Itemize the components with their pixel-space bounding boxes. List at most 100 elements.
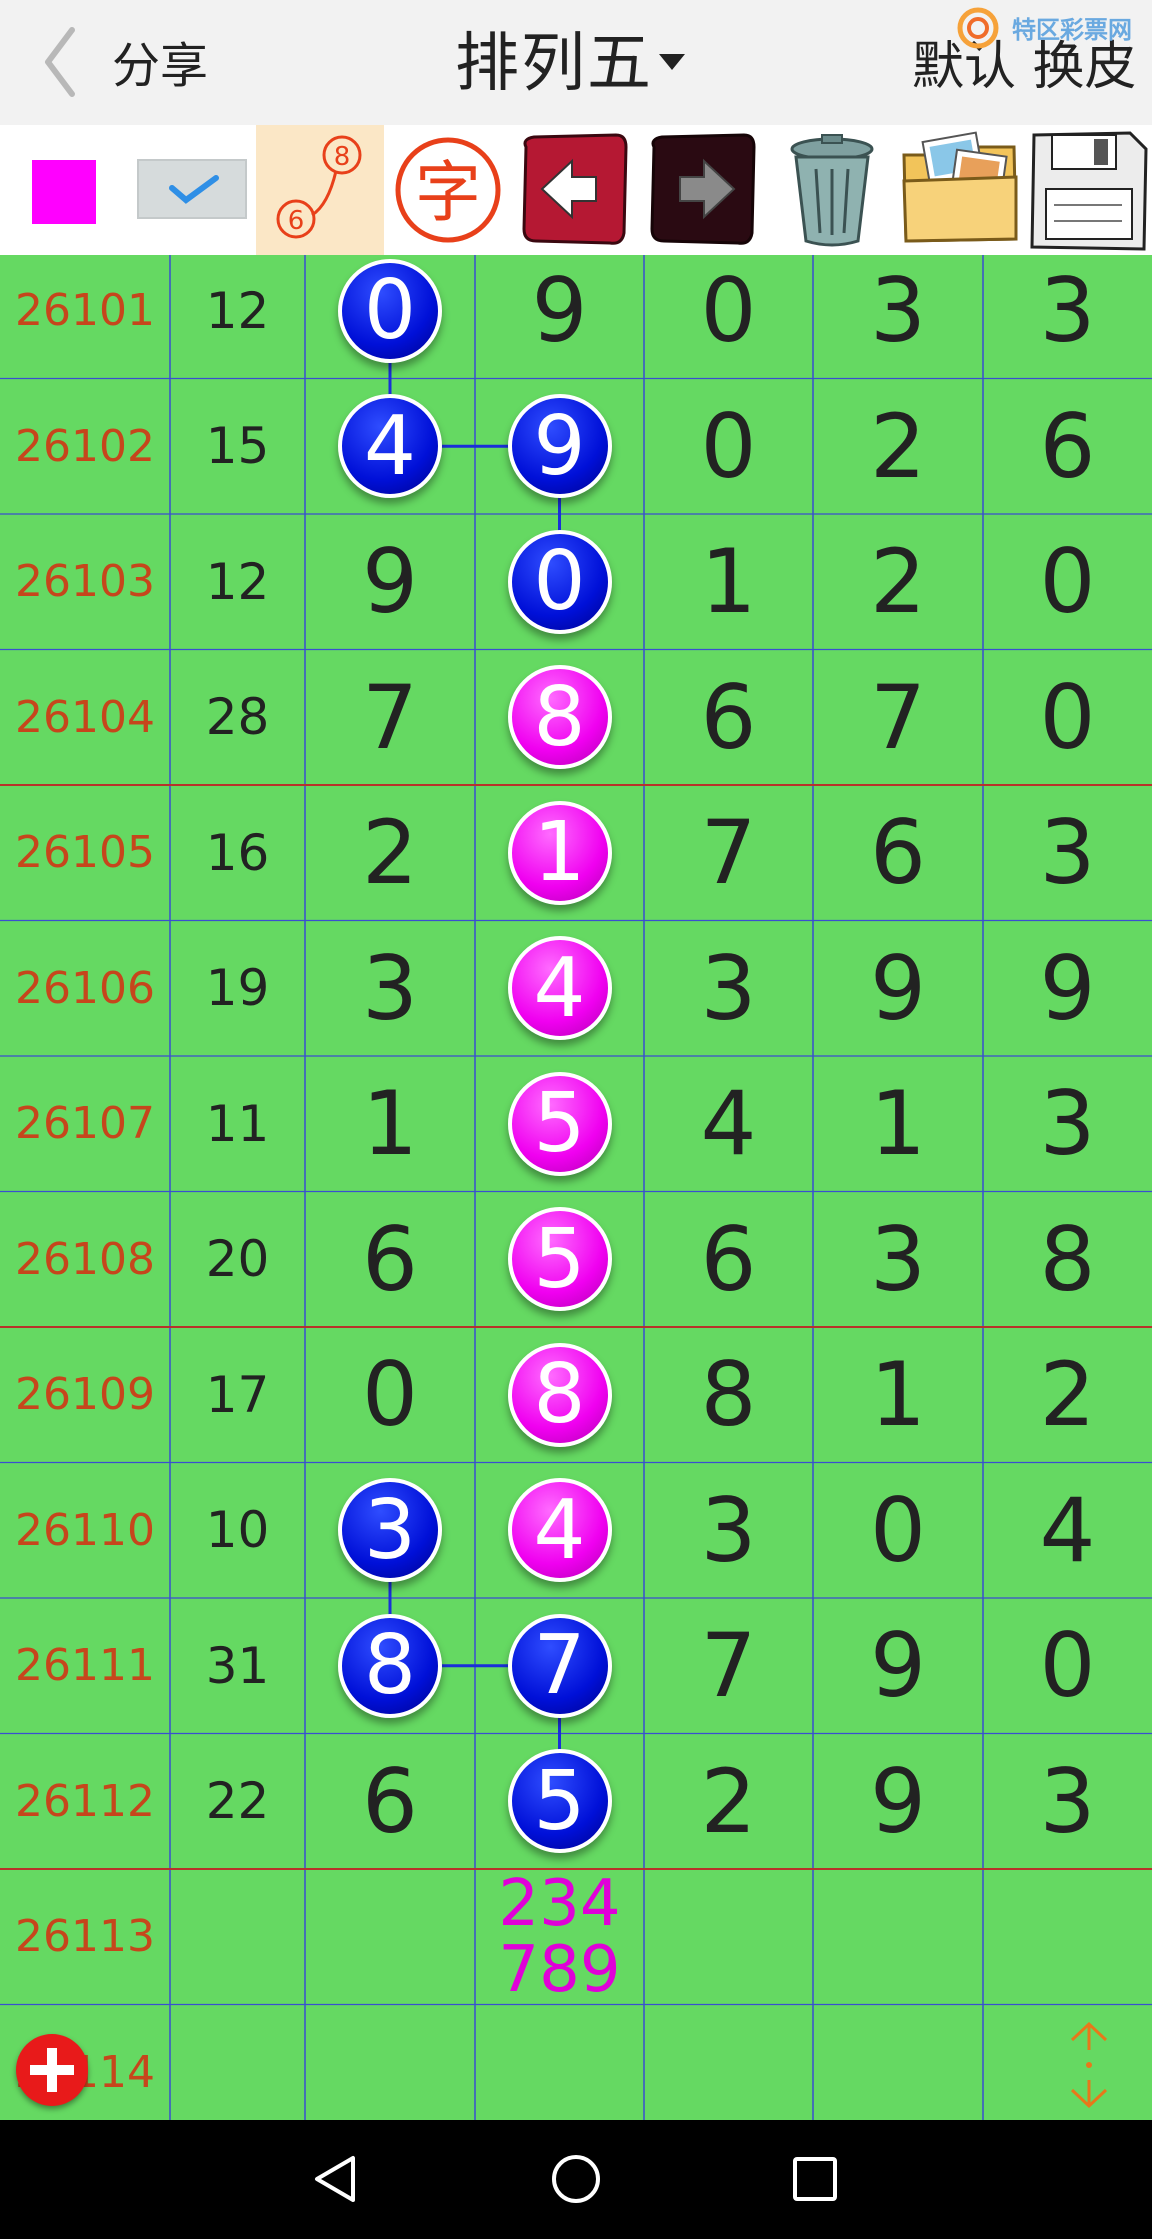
digit-cell[interactable] — [644, 1869, 813, 2005]
digit-cell[interactable]: 6 — [305, 1192, 475, 1328]
digit-cell[interactable]: 3 — [644, 921, 813, 1057]
digit-cell[interactable]: 3 — [983, 255, 1152, 379]
link-numbers-icon: 8 6 — [276, 135, 362, 239]
digit-cell[interactable]: 7 — [644, 785, 813, 921]
sum-value: 28 — [205, 688, 270, 747]
scroll-handle-icon[interactable] — [1064, 2020, 1114, 2110]
folder-button[interactable] — [896, 125, 1024, 255]
sum-value: 20 — [205, 1230, 270, 1289]
digit-cell[interactable]: 3 — [305, 921, 475, 1057]
highlighted-digit-ball[interactable]: 9 — [507, 394, 612, 499]
system-nav-bar — [0, 2120, 1152, 2239]
digit-cell[interactable]: 9 — [305, 514, 475, 650]
digit-cell[interactable]: 0 — [813, 1463, 983, 1599]
issue-number: 26102 — [15, 420, 155, 472]
digit-cell[interactable]: 3 — [813, 255, 983, 379]
issue-number: 26113 — [15, 1911, 155, 1963]
digit-cell[interactable]: 1 — [644, 514, 813, 650]
highlighted-digit-ball[interactable]: 8 — [507, 665, 612, 770]
lottery-type-selector[interactable]: 排列五 — [455, 12, 685, 104]
digit-cell[interactable]: 2 — [983, 1327, 1152, 1463]
home-circle-icon[interactable] — [516, 2120, 636, 2239]
digit-cell[interactable]: 1 — [813, 1327, 983, 1463]
digit-cell[interactable]: 7 — [813, 650, 983, 786]
highlighted-digit-ball[interactable]: 5 — [507, 1207, 612, 1312]
digit-cell[interactable]: 9 — [475, 255, 644, 379]
digit-cell[interactable]: 3 — [983, 785, 1152, 921]
watermark-logo: 特区彩票网 — [948, 6, 1148, 50]
digit-cell[interactable]: 3 — [813, 1192, 983, 1328]
digit-cell[interactable]: 9 — [813, 1734, 983, 1870]
trend-chart-grid[interactable]: 26101 12 0 9 0 3 3 26102 15 4 9 0 2 6 26103 12 9 0 1 2 0 2610… — [0, 255, 1152, 2120]
digit-cell[interactable]: 9 — [813, 1598, 983, 1734]
back-chevron-icon[interactable] — [40, 22, 80, 102]
digit-cell[interactable]: 6 — [644, 1192, 813, 1328]
digit-cell[interactable]: 7 — [305, 650, 475, 786]
highlighted-digit-ball[interactable]: 4 — [338, 394, 442, 499]
digit-cell[interactable] — [305, 1869, 475, 2005]
digit-cell[interactable] — [983, 1869, 1152, 2005]
highlighted-digit-ball[interactable]: 4 — [507, 1478, 612, 1583]
digit-cell[interactable]: 6 — [813, 785, 983, 921]
issue-number: 26110 — [15, 1504, 155, 1556]
dropdown-caret-icon — [659, 54, 685, 71]
link-mode-button[interactable]: 8 6 — [256, 125, 384, 255]
digit-cell[interactable]: 1 — [305, 1056, 475, 1192]
digit-cell[interactable]: 3 — [983, 1056, 1152, 1192]
redo-button[interactable] — [640, 125, 768, 255]
digit-cell[interactable]: 9 — [983, 921, 1152, 1057]
sum-value: 11 — [205, 1094, 270, 1153]
digit-cell[interactable]: 8 — [644, 1327, 813, 1463]
share-button[interactable]: 分享 — [112, 26, 208, 96]
add-button[interactable] — [16, 2034, 88, 2106]
highlighted-digit-ball[interactable]: 3 — [338, 1478, 442, 1583]
digit-cell[interactable]: 2 — [305, 785, 475, 921]
char-mode-button[interactable]: 字 — [384, 125, 512, 255]
digit-cell[interactable] — [475, 2005, 644, 2121]
digit-cell[interactable]: 6 — [305, 1734, 475, 1870]
highlighted-digit-ball[interactable]: 8 — [338, 1613, 442, 1718]
color-swatch-button[interactable] — [0, 125, 128, 255]
save-button[interactable] — [1024, 125, 1152, 255]
digit-cell[interactable]: 9 — [813, 921, 983, 1057]
digit-cell[interactable]: 0 — [983, 650, 1152, 786]
recents-square-icon[interactable] — [755, 2120, 875, 2239]
highlighted-digit-ball[interactable]: 0 — [507, 529, 612, 634]
highlighted-digit-ball[interactable]: 8 — [507, 1342, 612, 1447]
digit-cell[interactable]: 0 — [644, 255, 813, 379]
undo-button[interactable] — [512, 125, 640, 255]
digit-cell[interactable]: 4 — [644, 1056, 813, 1192]
digit-cell[interactable]: 0 — [644, 379, 813, 515]
trash-button[interactable] — [768, 125, 896, 255]
digit-cell[interactable] — [813, 1869, 983, 2005]
digit-cell[interactable]: 7 — [644, 1598, 813, 1734]
digit-cell[interactable]: 2 — [644, 1734, 813, 1870]
highlighted-digit-ball[interactable]: 0 — [338, 258, 442, 363]
digit-cell[interactable] — [305, 2005, 475, 2121]
digit-cell[interactable]: 0 — [983, 1598, 1152, 1734]
issue-number: 26103 — [15, 556, 155, 608]
digit-cell[interactable]: 1 — [813, 1056, 983, 1192]
digit-cell[interactable]: 8 — [983, 1192, 1152, 1328]
digit-cell[interactable]: 2 — [813, 514, 983, 650]
issue-number: 26112 — [15, 1775, 155, 1827]
digit-cell[interactable]: 2 — [813, 379, 983, 515]
digit-cell[interactable]: 3 — [644, 1463, 813, 1599]
highlighted-digit-ball[interactable]: 7 — [507, 1613, 612, 1718]
check-toggle-button[interactable] — [128, 125, 256, 255]
digit-cell[interactable]: 0 — [305, 1327, 475, 1463]
highlighted-digit-ball[interactable]: 5 — [507, 1749, 612, 1854]
highlighted-digit-ball[interactable]: 4 — [507, 936, 612, 1041]
digit-cell[interactable]: 4 — [983, 1463, 1152, 1599]
highlighted-digit-ball[interactable]: 5 — [507, 1071, 612, 1176]
digit-cell[interactable]: 6 — [983, 379, 1152, 515]
digit-cell[interactable]: 0 — [983, 514, 1152, 650]
digit-cell[interactable] — [644, 2005, 813, 2121]
digit-cell[interactable] — [813, 2005, 983, 2121]
back-triangle-icon[interactable] — [277, 2120, 397, 2239]
digit-cell[interactable]: 3 — [983, 1734, 1152, 1870]
sum-value — [170, 1869, 305, 2005]
digit-cell[interactable]: 6 — [644, 650, 813, 786]
sum-value: 10 — [205, 1501, 270, 1560]
highlighted-digit-ball[interactable]: 1 — [507, 800, 612, 905]
